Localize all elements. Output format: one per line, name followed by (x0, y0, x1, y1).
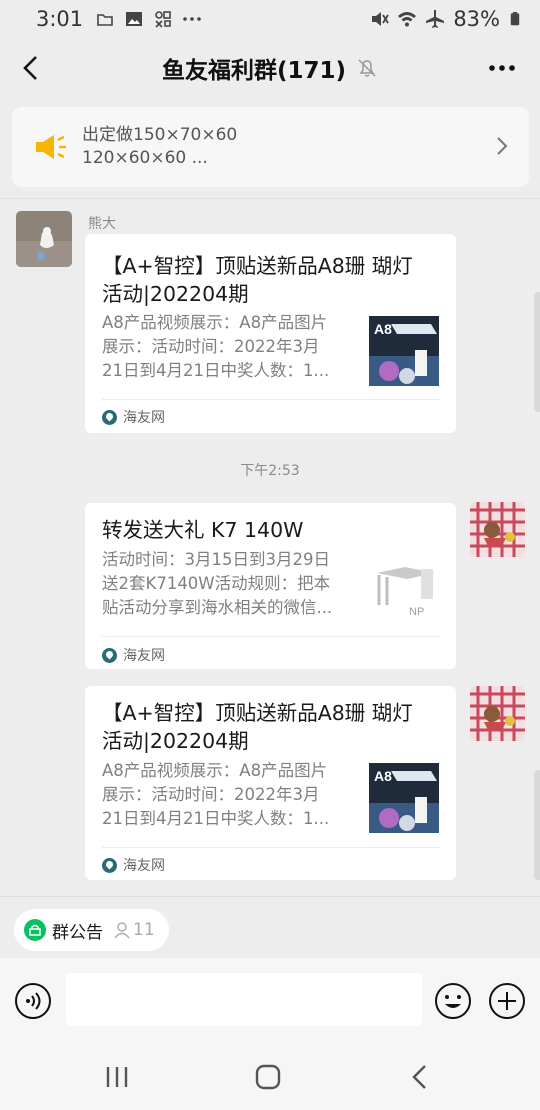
link-card-3[interactable]: 【A+智控】顶贴送新品A8珊 瑚灯 活动|202204期 A8产品视频展示：A8… (85, 686, 456, 880)
card-desc-line-2: 展示：活动时间：2022年3月 (102, 785, 320, 804)
avatar-photo (470, 686, 525, 741)
card-description: A8产品视频展示：A8产品图片 展示：活动时间：2022年3月 21日到4月21… (102, 311, 352, 383)
recent-apps-icon[interactable] (102, 1062, 132, 1092)
back-nav-icon[interactable] (405, 1062, 435, 1092)
card-thumbnail: A8 (369, 763, 439, 833)
message-input[interactable] (66, 973, 422, 1026)
chat-title: 鱼友福利群(171) (161, 58, 347, 84)
card-description: A8产品视频展示：A8产品图片 展示：活动时间：2022年3月 21日到4月21… (102, 759, 352, 831)
message-timestamp: 下午2:53 (240, 463, 300, 479)
mute-bell-icon (358, 59, 376, 77)
system-navigation-bar (0, 1044, 540, 1110)
card-title: 【A+智控】顶贴送新品A8珊 瑚灯 活动|202204期 (102, 252, 413, 308)
group-announcement-button[interactable]: 群公告 11 (14, 909, 169, 951)
battery-icon (510, 12, 520, 26)
avatar-self[interactable] (470, 502, 525, 557)
svg-text:A8: A8 (374, 321, 392, 337)
avatar-photo (16, 211, 72, 267)
reader-count: 11 (113, 920, 155, 940)
scroll-edge-handle[interactable] (534, 770, 540, 880)
more-notifications-icon (183, 17, 201, 21)
link-card-2[interactable]: 转发送大礼 K7 140W 活动时间：3月15日到3月29日 送2套K7140W… (85, 503, 456, 669)
source-name: 海友网 (123, 648, 165, 664)
card-desc-line-3: 21日到4月21日中奖人数：1... (102, 809, 330, 828)
announcement-bar: 群公告 11 (0, 896, 540, 956)
card-title: 【A+智控】顶贴送新品A8珊 瑚灯 活动|202204期 (102, 699, 413, 755)
card-source: 海友网 (102, 407, 165, 427)
notice-text: 出定做150×70×60 120×60×60 ... (82, 124, 237, 170)
card-source: 海友网 (102, 645, 165, 665)
card-thumbnail: A8 (369, 316, 439, 386)
card-divider (102, 636, 439, 637)
card-thumbnail: NP (369, 555, 439, 625)
source-logo-icon (102, 857, 117, 873)
game-icon (155, 11, 171, 28)
sender-name: 熊大 (88, 216, 116, 232)
announcement-label: 群公告 (52, 922, 103, 943)
source-logo-icon (102, 409, 117, 425)
card-title-line-1: 【A+智控】顶贴送新品A8珊 瑚灯 (102, 254, 413, 278)
gallery-icon (126, 12, 143, 26)
status-time: 3:01 (36, 7, 84, 31)
avatar-self[interactable] (470, 686, 525, 741)
chevron-right-icon (497, 137, 508, 155)
scroll-edge-handle[interactable] (534, 292, 540, 412)
home-icon[interactable] (253, 1062, 283, 1092)
card-source: 海友网 (102, 855, 165, 875)
source-name: 海友网 (123, 410, 165, 426)
svg-text:NP: NP (409, 606, 424, 618)
card-title-line-1: 转发送大礼 K7 140W (102, 518, 304, 542)
airplane-mode-icon (426, 10, 445, 28)
source-name: 海友网 (123, 858, 165, 874)
back-button[interactable] (14, 52, 46, 84)
card-title-line-2: 活动|202204期 (102, 282, 249, 306)
card-description: 活动时间：3月15日到3月29日 送2套K7140W活动规则：把本 贴活动分享到… (102, 548, 352, 620)
input-bar (0, 958, 540, 1044)
card-desc-line-1: A8产品视频展示：A8产品图片 (102, 761, 328, 780)
card-desc-line-3: 21日到4月21日中奖人数：1... (102, 361, 330, 380)
voice-input-icon[interactable] (14, 982, 52, 1020)
battery-percent: 83% (453, 7, 500, 31)
svg-text:A8: A8 (374, 768, 392, 784)
person-icon (114, 922, 130, 939)
card-desc-line-2: 展示：活动时间：2022年3月 (102, 337, 320, 356)
card-desc-line-1: 活动时间：3月15日到3月29日 (102, 550, 330, 569)
card-title-line-2: 活动|202204期 (102, 729, 249, 753)
vibrate-mute-icon (372, 12, 390, 26)
card-desc-line-2: 送2套K7140W活动规则：把本 (102, 574, 331, 593)
notice-line-1: 出定做150×70×60 (82, 125, 238, 145)
back-arrow-icon (23, 56, 37, 80)
chat-header: 鱼友福利群(171) (0, 38, 540, 98)
avatar-xiongda[interactable] (16, 211, 72, 267)
source-logo-icon (102, 647, 117, 663)
card-title: 转发送大礼 K7 140W (102, 516, 303, 544)
more-dots-icon (489, 65, 515, 71)
card-divider (102, 847, 439, 848)
cloud-folder-icon (97, 14, 113, 26)
status-bar: 3:01 83% (0, 0, 540, 38)
pinned-notice[interactable]: 出定做150×70×60 120×60×60 ... (12, 107, 529, 187)
link-card-1[interactable]: 【A+智控】顶贴送新品A8珊 瑚灯 活动|202204期 A8产品视频展示：A8… (85, 234, 456, 433)
wifi-icon (398, 12, 417, 27)
card-desc-line-3: 贴活动分享到海水相关的微信... (102, 598, 333, 617)
avatar-photo (470, 502, 525, 557)
reader-count-value: 11 (133, 920, 155, 940)
notice-line-2: 120×60×60 ... (82, 148, 208, 168)
emoji-icon[interactable] (434, 982, 472, 1020)
more-options-button[interactable] (484, 52, 520, 84)
card-divider (102, 399, 439, 400)
card-title-line-1: 【A+智控】顶贴送新品A8珊 瑚灯 (102, 701, 413, 725)
card-desc-line-1: A8产品视频展示：A8产品图片 (102, 313, 328, 332)
add-more-icon[interactable] (488, 982, 526, 1020)
announcement-icon (24, 919, 46, 941)
speaker-icon (36, 135, 66, 159)
